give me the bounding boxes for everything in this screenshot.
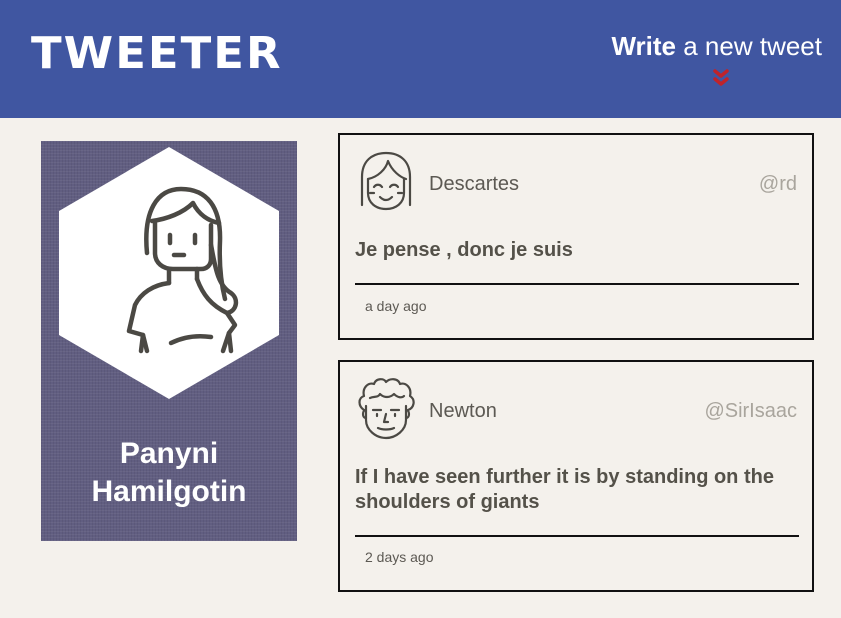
tweet-text: If I have seen further it is by standing… <box>355 466 774 513</box>
woman-avatar-icon <box>59 147 279 399</box>
tweet-timestamp: a day ago <box>365 298 427 314</box>
double-chevron-down-icon[interactable] <box>709 68 733 88</box>
tweet-text: Je pense , donc je suis <box>355 239 573 261</box>
tweet-divider <box>355 283 799 285</box>
profile-first-name: Panyni <box>119 437 219 470</box>
curly-hair-avatar-icon <box>358 378 415 440</box>
app-logo[interactable]: TWEETER <box>31 32 283 76</box>
tweet-author-name[interactable]: Newton <box>429 401 497 421</box>
compose-label-rest: a new tweet <box>676 31 822 61</box>
tweet-card: Descartes @rd Je pense , donc je suis a … <box>338 133 814 340</box>
profile-name: Panyni Hamilgotin <box>41 435 297 511</box>
tweet-timestamp: 2 days ago <box>365 549 434 565</box>
tweet-card: Newton @SirIsaac If I have seen further … <box>338 360 814 592</box>
profile-last-name: Hamilgotin <box>91 475 247 508</box>
top-bar: TWEETER Write a new tweet <box>0 0 841 118</box>
write-tweet-button[interactable]: Write a new tweet <box>611 33 822 59</box>
tweet-author-name[interactable]: Descartes <box>429 174 519 194</box>
compose-label-bold: Write <box>611 31 677 61</box>
tweet-divider <box>355 535 799 537</box>
tweet-author-handle[interactable]: @rd <box>759 174 797 194</box>
girl-avatar-icon <box>360 151 412 211</box>
tweet-author-handle[interactable]: @SirIsaac <box>704 401 797 421</box>
profile-card: Panyni Hamilgotin <box>41 141 297 541</box>
